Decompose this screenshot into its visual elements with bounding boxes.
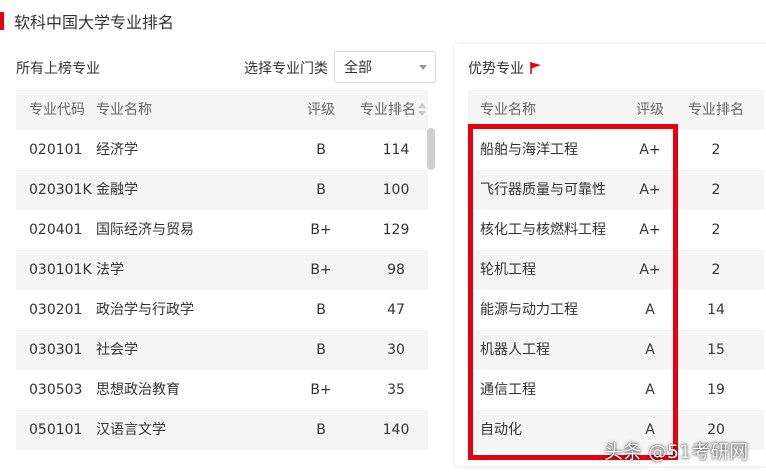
table-row[interactable]: 020401 国际经济与贸易 B+ 129 — [16, 210, 428, 250]
major-rank: 114 — [382, 142, 410, 158]
table-row[interactable]: 核化工与核燃料工程 A+ 2 — [468, 210, 764, 250]
major-name: 经济学 — [96, 142, 138, 158]
all-majors-heading: 所有上榜专业 — [16, 61, 100, 77]
table-row[interactable]: 轮机工程 A+ 2 — [468, 250, 764, 290]
major-name: 能源与动力工程 — [480, 302, 578, 318]
major-rank: 15 — [707, 342, 725, 358]
table-row[interactable]: 020301K 金融学 B 100 — [16, 170, 428, 210]
watermark: 头条 @51考研网 — [604, 441, 749, 463]
header-name: 专业名称 — [96, 102, 152, 118]
major-rank: 98 — [387, 262, 405, 278]
major-grade: A+ — [639, 222, 661, 238]
major-code: 030301 — [29, 342, 83, 358]
major-code: 020101 — [29, 142, 83, 158]
major-rank: 2 — [711, 222, 721, 238]
major-rank: 30 — [387, 342, 405, 358]
major-code: 030101K — [29, 262, 92, 278]
major-name: 飞行器质量与可靠性 — [480, 182, 606, 198]
major-name: 法学 — [96, 262, 124, 278]
major-name: 机器人工程 — [480, 342, 550, 358]
major-name: 金融学 — [96, 182, 138, 198]
header-name: 专业名称 — [480, 102, 536, 118]
major-grade: A+ — [639, 142, 661, 158]
major-grade: B — [316, 142, 326, 158]
major-name: 国际经济与贸易 — [96, 222, 194, 238]
table-row[interactable]: 船舶与海洋工程 A+ 2 — [468, 130, 764, 170]
major-grade: A+ — [639, 182, 661, 198]
major-grade: A+ — [639, 262, 661, 278]
major-rank: 35 — [387, 382, 405, 398]
table-row[interactable]: 020101 经济学 B 114 — [16, 130, 428, 170]
major-code: 030503 — [29, 382, 83, 398]
table-scrollbar[interactable] — [427, 128, 435, 170]
major-grade: B+ — [310, 262, 332, 278]
major-name: 自动化 — [480, 422, 522, 438]
category-filter-select[interactable]: 全部 — [334, 51, 436, 83]
table-header-row: 专业名称 评级 专业排名 — [468, 90, 764, 130]
flag-icon — [530, 62, 541, 74]
page-title-bar: 软科中国大学专业排名 — [0, 10, 174, 32]
major-rank: 2 — [711, 142, 721, 158]
header-code: 专业代码 — [29, 102, 85, 118]
major-grade: B — [316, 422, 326, 438]
header-rank: 专业排名 — [688, 102, 744, 118]
page-title: 软科中国大学专业排名 — [14, 13, 175, 32]
major-code: 050101 — [29, 422, 83, 438]
header-grade: 评级 — [636, 102, 664, 118]
advantage-majors-heading-wrap: 优势专业 — [468, 58, 543, 78]
chevron-down-icon — [419, 65, 427, 70]
major-grade: B — [316, 182, 326, 198]
major-code: 030201 — [29, 302, 83, 318]
major-name: 轮机工程 — [480, 262, 536, 278]
table-row[interactable]: 030201 政治学与行政学 B 47 — [16, 290, 428, 330]
major-name: 核化工与核燃料工程 — [480, 222, 606, 238]
major-name: 思想政治教育 — [96, 382, 180, 398]
major-grade: A — [645, 382, 655, 398]
table-row[interactable]: 030301 社会学 B 30 — [16, 330, 428, 370]
table-header-row: 专业代码 专业名称 评级 专业排名 — [16, 90, 428, 130]
major-rank: 129 — [382, 222, 410, 238]
table-row[interactable]: 飞行器质量与可靠性 A+ 2 — [468, 170, 764, 210]
table-row[interactable]: 030503 思想政治教育 B+ 35 — [16, 370, 428, 410]
major-grade: B — [316, 302, 326, 318]
major-name: 船舶与海洋工程 — [480, 142, 578, 158]
table-row[interactable]: 030101K 法学 B+ 98 — [16, 250, 428, 290]
major-rank: 19 — [707, 382, 725, 398]
table-row[interactable]: 能源与动力工程 A 14 — [468, 290, 764, 330]
major-grade: B+ — [310, 382, 332, 398]
major-name: 通信工程 — [480, 382, 536, 398]
major-name: 政治学与行政学 — [96, 302, 194, 318]
table-row[interactable]: 通信工程 A 19 — [468, 370, 764, 410]
major-name: 汉语言文学 — [96, 422, 166, 438]
major-rank: 140 — [382, 422, 410, 438]
table-row[interactable]: 机器人工程 A 15 — [468, 330, 764, 370]
all-majors-table: 专业代码 专业名称 评级 专业排名 020101 经济学 B 114 020301K 金融… — [16, 90, 428, 450]
advantage-majors-heading: 优势专业 — [468, 61, 524, 77]
major-grade: A — [645, 342, 655, 358]
category-filter-label: 选择专业门类 — [244, 61, 328, 77]
header-rank[interactable]: 专业排名 — [360, 90, 420, 130]
table-row[interactable]: 050101 汉语言文学 B 140 — [16, 410, 428, 450]
title-accent-bar — [0, 12, 4, 30]
major-rank: 2 — [711, 262, 721, 278]
major-grade: B — [316, 342, 326, 358]
major-code: 020301K — [29, 182, 92, 198]
all-majors-panel: 所有上榜专业 选择专业门类 全部 专业代码 专业名称 评级 专业排名 02010… — [0, 44, 440, 473]
major-name: 社会学 — [96, 342, 138, 358]
category-filter-value: 全部 — [344, 60, 372, 76]
major-grade: B+ — [310, 222, 332, 238]
major-rank: 47 — [387, 302, 405, 318]
header-grade: 评级 — [307, 102, 335, 118]
sort-icon[interactable] — [418, 103, 426, 117]
major-rank: 14 — [707, 302, 725, 318]
major-rank: 2 — [711, 182, 721, 198]
major-rank: 100 — [382, 182, 410, 198]
major-grade: A — [645, 302, 655, 318]
major-code: 020401 — [29, 222, 83, 238]
advantage-majors-table: 专业名称 评级 专业排名 船舶与海洋工程 A+ 2 飞行器质量与可靠性 A+ 2 核化工与核… — [468, 90, 764, 450]
advantage-majors-panel: 优势专业 专业名称 评级 专业排名 船舶与海洋工程 A+ 2 飞行器质量与可靠性 A+ 2… — [455, 44, 766, 466]
